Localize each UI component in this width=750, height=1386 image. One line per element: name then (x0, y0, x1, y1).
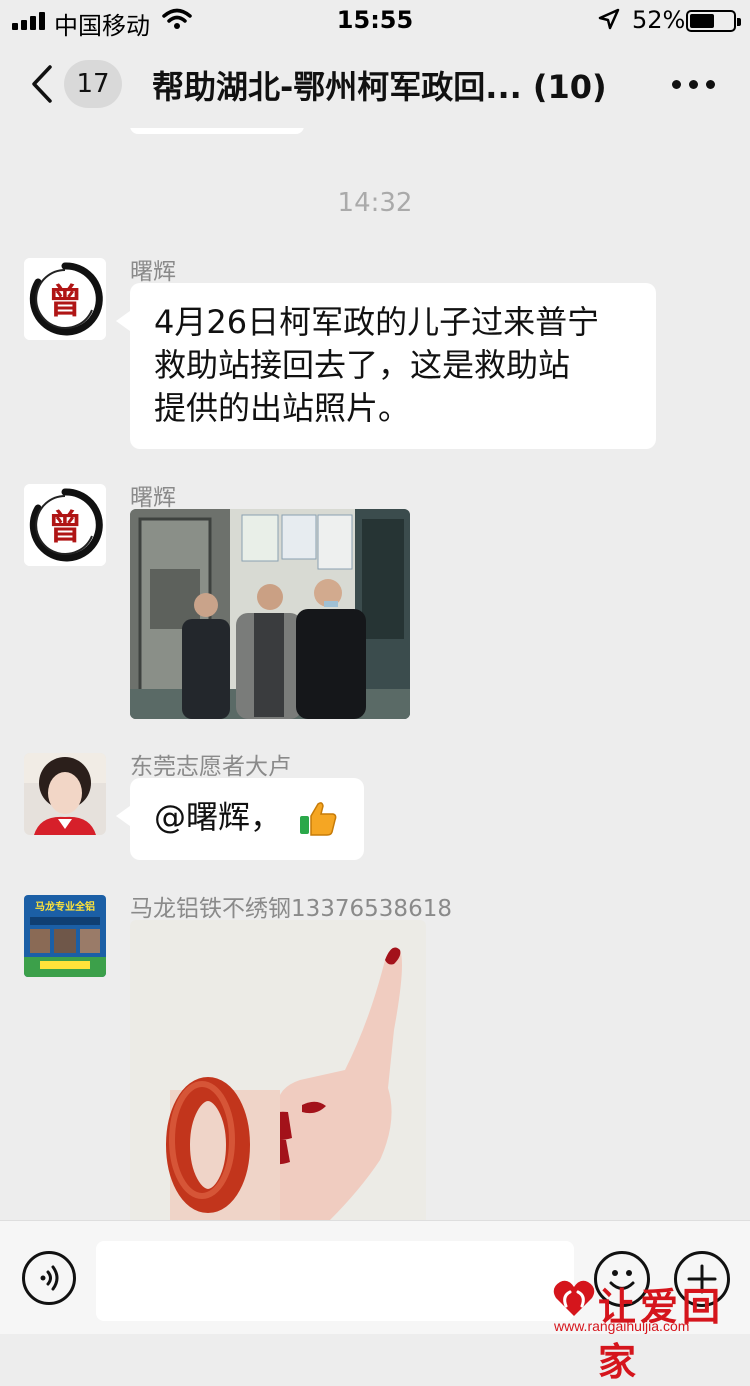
brush-circle-logo: 曾 (24, 484, 106, 566)
sender-name: 曙辉 (130, 485, 176, 511)
chat-header: 17 帮助湖北-鄂州柯军政回... (10) (0, 40, 750, 128)
voice-icon[interactable] (22, 1251, 76, 1305)
image-message[interactable] (130, 509, 410, 719)
svg-text:曾: 曾 (48, 282, 82, 322)
sender-name: 马龙铝铁不绣钢13376538618 (130, 896, 452, 922)
thumbs-up-bracelet-photo (130, 920, 426, 1220)
unread-count-badge[interactable]: 17 (64, 60, 122, 108)
profile-photo (24, 753, 106, 835)
message-list[interactable]: 14:32 曾 曙辉 4月26日柯军政的儿子过来普宁 救助站接回去了，这是救助站… (0, 128, 750, 1220)
sender-name: 东莞志愿者大卢 (130, 754, 291, 780)
message-input[interactable] (96, 1241, 574, 1321)
location-icon (598, 8, 620, 30)
message-bubble[interactable]: 4月26日柯军政的儿子过来普宁 救助站接回去了，这是救助站 提供的出站照片。 (116, 283, 656, 449)
message-text: @曙辉， (154, 798, 283, 836)
shop-logo: 马龙专业全铝 (24, 895, 106, 977)
message-timestamp: 14:32 (337, 188, 413, 218)
rescue-station-photo (130, 509, 410, 719)
previous-message-bubble (130, 128, 304, 134)
message-line: 提供的出站照片。 (154, 389, 411, 427)
avatar[interactable]: 马龙专业全铝 (24, 895, 106, 977)
avatar[interactable]: 曾 (24, 258, 106, 340)
image-message[interactable] (130, 920, 426, 1220)
heart-logo-icon (553, 1280, 595, 1316)
more-icon[interactable] (672, 80, 716, 90)
thumbs-up-icon (300, 802, 337, 836)
watermark: 让爱回家 www.rangaihuijia.com (550, 1276, 750, 1384)
svg-text:曾: 曾 (48, 508, 82, 548)
battery-percent: 52% (632, 6, 686, 34)
svg-text:马龙专业全铝: 马龙专业全铝 (35, 900, 95, 913)
sender-name: 曙辉 (130, 259, 176, 285)
brush-circle-logo: 曾 (24, 258, 106, 340)
watermark-url: www.rangaihuijia.com (554, 1318, 690, 1334)
battery-icon (686, 10, 741, 32)
status-bar: 中国移动 15:55 52% (0, 0, 750, 40)
avatar[interactable] (24, 753, 106, 835)
chat-title: 帮助湖北-鄂州柯军政回... (10) (152, 68, 607, 106)
back-icon[interactable] (28, 64, 56, 104)
message-line: 4月26日柯军政的儿子过来普宁 (154, 303, 600, 341)
message-line: 救助站接回去了，这是救助站 (154, 346, 571, 384)
message-bubble[interactable]: @曙辉， (116, 778, 364, 860)
avatar[interactable]: 曾 (24, 484, 106, 566)
